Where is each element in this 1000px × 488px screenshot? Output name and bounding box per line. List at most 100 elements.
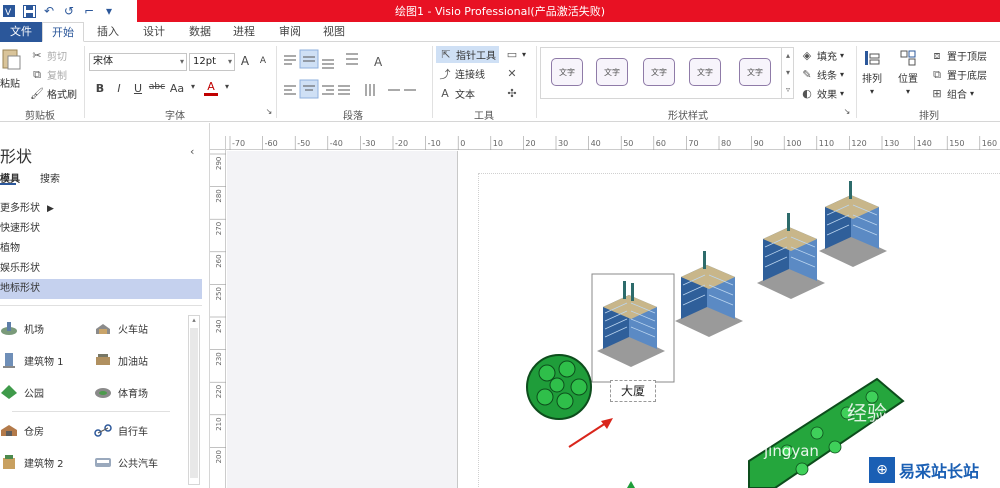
shape-bus[interactable]: 公共汽车	[94, 453, 158, 471]
strikethrough-button[interactable]: abc	[148, 82, 166, 92]
shape-gas-station[interactable]: 加油站	[94, 351, 148, 369]
gallery-scroll[interactable]: ▴ ▾ ▿	[781, 47, 794, 99]
case-dropdown-icon[interactable]: ▾	[186, 82, 200, 91]
tab-home[interactable]: 开始	[42, 22, 84, 42]
underline-button[interactable]: U	[131, 82, 145, 95]
grow-font-button[interactable]: A	[238, 54, 252, 68]
chevron-up-icon[interactable]: ▴	[782, 47, 794, 64]
connector-icon[interactable]: ⌐	[82, 4, 96, 18]
tab-design[interactable]: 设计	[134, 22, 174, 42]
more-icon[interactable]: ▿	[782, 81, 794, 98]
shape-warehouse[interactable]: 仓房	[0, 421, 44, 439]
font-color-button[interactable]: A	[204, 80, 218, 96]
font-dialog-launcher-icon[interactable]: ↘	[264, 107, 274, 116]
styles-dialog-launcher-icon[interactable]: ↘	[842, 107, 852, 116]
arrange-icon	[862, 48, 882, 68]
shape-train-station[interactable]: 火车站	[94, 319, 148, 337]
position-button[interactable]: 位置 ▾	[898, 48, 918, 96]
line-button[interactable]: ✎ 线条 ▾	[800, 67, 844, 82]
shape-label: 建筑物 1	[24, 356, 64, 368]
bring-to-front-button[interactable]: ⧈ 置于顶层	[930, 48, 988, 64]
text-tool-button[interactable]: A 文本	[438, 86, 475, 101]
connector-tool-button[interactable]: ⤴ 连接线	[438, 66, 486, 82]
drawing-canvas[interactable]: 大厦 Baidu 经验 jingyan	[227, 151, 1000, 488]
paste-button[interactable]: 粘贴	[0, 48, 22, 90]
style-swatch[interactable]: 文字	[689, 58, 721, 86]
position-label: 位置	[898, 74, 918, 85]
font-size-select[interactable]: 12pt ▾	[189, 53, 235, 71]
shapes-pane: 形状 ‹ 模具 搜索 更多形状 ▶ 快速形状 植物 娱乐形状 地标形状 机场 火…	[0, 123, 210, 488]
ruler-tick-label: 90	[754, 139, 764, 148]
bold-button[interactable]: B	[93, 82, 107, 95]
vertical-ruler: 290 280 270 260 250 240 230 220 210 200	[210, 150, 226, 488]
paint-bucket-icon: ◈	[802, 49, 812, 62]
shape-label: 加油站	[118, 356, 148, 368]
shapes-pane-title: 形状	[0, 147, 33, 166]
redo-icon[interactable]: ↺	[62, 4, 76, 18]
tab-review[interactable]: 审阅	[270, 22, 310, 42]
customize-icon[interactable]: ▾	[102, 4, 116, 18]
building-shape[interactable]	[675, 251, 743, 337]
tab-search[interactable]: 搜索	[40, 170, 60, 185]
shape-park[interactable]: 公园	[0, 383, 44, 401]
ruler-tick-label: -20	[395, 139, 408, 148]
tab-view[interactable]: 视图	[314, 22, 354, 42]
small-tree-shape[interactable]	[627, 481, 635, 488]
shape-stadium[interactable]: 体育场	[94, 383, 148, 401]
shape-text-box[interactable]: 大厦	[610, 380, 656, 402]
stencil-item-entertainment[interactable]: 娱乐形状	[0, 259, 202, 279]
shape-building-2[interactable]: 建筑物 2	[0, 453, 64, 471]
font-family-select[interactable]: 宋体 ▾	[89, 53, 187, 71]
arrange-button[interactable]: 排列 ▾	[862, 48, 882, 96]
shapes-scrollbar[interactable]: ▴	[188, 315, 200, 485]
ruler-tick-label: 220	[215, 385, 223, 398]
tab-data[interactable]: 数据	[180, 22, 220, 42]
font-color-dropdown-icon[interactable]: ▾	[220, 82, 234, 91]
tab-file[interactable]: 文件	[0, 22, 42, 42]
rectangle-tool-button[interactable]: ▭ ▾	[505, 47, 526, 61]
group-button[interactable]: ⊞ 组合 ▾	[930, 86, 974, 101]
stencil-item-landmarks[interactable]: 地标形状	[0, 279, 202, 299]
chevron-down-icon[interactable]: ▾	[782, 64, 794, 81]
building-shape[interactable]	[597, 281, 665, 367]
svg-text:A: A	[374, 55, 383, 69]
style-swatch[interactable]: 文字	[739, 58, 771, 86]
building-shape[interactable]	[757, 213, 825, 299]
paste-icon	[0, 48, 22, 73]
italic-button[interactable]: I	[112, 82, 126, 95]
shape-bicycle[interactable]: 自行车	[94, 421, 148, 439]
stencil-item-quick-shapes[interactable]: 快速形状	[0, 219, 202, 239]
send-to-back-button[interactable]: ⧉ 置于底层	[930, 67, 987, 83]
style-swatch[interactable]: 文字	[551, 58, 583, 86]
stencil-item-plants[interactable]: 植物	[0, 239, 202, 259]
chevron-down-icon: ▾	[840, 89, 845, 98]
shrink-font-button[interactable]: A	[256, 56, 270, 66]
chevron-up-icon[interactable]: ▴	[189, 316, 199, 326]
tab-process[interactable]: 进程	[224, 22, 264, 42]
more-shapes-item[interactable]: 更多形状 ▶	[0, 199, 202, 219]
font-family-value: 宋体	[93, 56, 113, 67]
save-icon[interactable]	[22, 4, 36, 18]
style-swatch[interactable]: 文字	[643, 58, 675, 86]
scrollbar-thumb[interactable]	[190, 328, 198, 478]
format-painter-button[interactable]: 🖌 格式刷	[30, 86, 77, 101]
cut-button[interactable]: ✂ 剪切	[30, 48, 67, 63]
pointer-tool-button[interactable]: ⇱ 指针工具	[436, 46, 499, 63]
connection-point-button[interactable]: ✣	[505, 86, 519, 100]
copy-button[interactable]: ⧉ 复制	[30, 67, 67, 83]
ruler-tick-label: -70	[232, 139, 245, 148]
tree-shape[interactable]	[526, 354, 592, 420]
change-case-button[interactable]: Aa	[168, 82, 186, 95]
close-tool-button[interactable]: ✕	[505, 66, 519, 80]
shape-building-1[interactable]: 建筑物 1	[0, 351, 64, 369]
tab-insert[interactable]: 插入	[88, 22, 128, 42]
chevron-down-icon: ▾	[840, 70, 845, 79]
undo-icon[interactable]: ↶	[42, 4, 56, 18]
shape-airport[interactable]: 机场	[0, 319, 44, 337]
ruler-tick-label: 20	[525, 139, 535, 148]
style-swatch[interactable]: 文字	[596, 58, 628, 86]
effect-button[interactable]: ◐ 效果 ▾	[800, 86, 844, 101]
collapse-pane-icon[interactable]: ‹	[190, 145, 194, 158]
fill-button[interactable]: ◈ 填充 ▾	[800, 48, 844, 63]
building-shape[interactable]	[819, 181, 887, 267]
